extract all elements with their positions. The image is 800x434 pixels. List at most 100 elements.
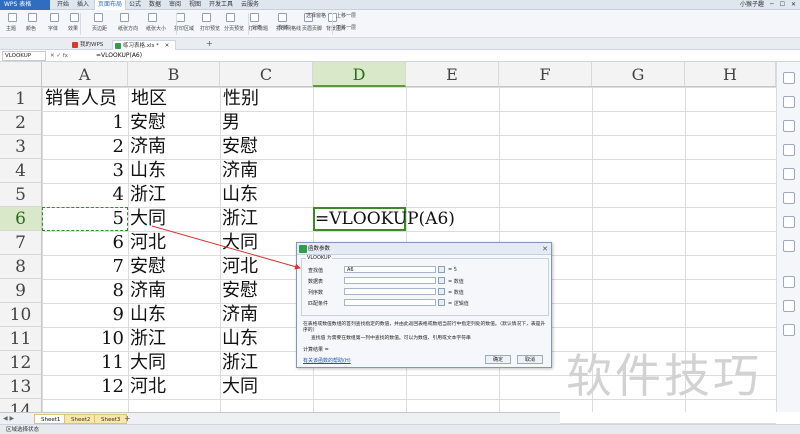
menu-tab[interactable]: 插入 (74, 0, 92, 10)
select-all-corner[interactable] (0, 62, 42, 87)
column-header[interactable]: F (499, 62, 592, 87)
sidebar-tool-icon[interactable] (783, 324, 795, 336)
name-box[interactable]: VLOOKUP (2, 51, 46, 61)
data-cell[interactable]: 9 (42, 303, 124, 327)
argument-input[interactable] (344, 277, 436, 284)
row-header[interactable]: 2 (0, 111, 42, 135)
ribbon-icon[interactable] (176, 13, 185, 22)
data-cell[interactable]: 大同 (130, 351, 218, 375)
ribbon-label[interactable]: 颜色 (26, 25, 36, 32)
data-cell[interactable]: 2 (42, 135, 124, 159)
ribbon-label[interactable]: 纸张大小 (146, 25, 166, 32)
data-cell[interactable]: 安慰 (222, 135, 311, 159)
maximize-icon[interactable]: ☐ (780, 0, 785, 10)
formula-buttons[interactable]: ✕ ✓ fx (50, 51, 68, 61)
ok-button[interactable]: 确定 (485, 355, 511, 364)
row-header[interactable]: 9 (0, 279, 42, 303)
menu-tab[interactable]: 开始 (54, 0, 72, 10)
new-tab-icon[interactable]: + (206, 39, 213, 49)
argument-input[interactable]: A6 (344, 266, 436, 273)
minimize-icon[interactable]: ─ (770, 0, 774, 10)
collapse-dialog-icon[interactable] (438, 266, 445, 273)
data-cell[interactable]: 8 (42, 279, 124, 303)
cancel-button[interactable]: 取消 (517, 355, 543, 364)
ribbon-label[interactable]: 效果 (68, 25, 78, 32)
data-cell[interactable]: 12 (42, 375, 124, 399)
sheet-nav-icon[interactable]: ◀ ▶ (3, 414, 14, 424)
row-header[interactable]: 8 (0, 255, 42, 279)
data-cell[interactable]: 河北 (130, 375, 218, 399)
data-cell[interactable]: 安慰 (130, 111, 218, 135)
header-cell[interactable]: 地区 (131, 87, 219, 111)
ribbon-label[interactable]: 选择窗格 (306, 12, 326, 19)
ribbon-icon[interactable] (94, 13, 103, 22)
row-header[interactable]: 1 (0, 87, 42, 111)
data-cell[interactable]: 11 (42, 351, 124, 375)
close-icon[interactable]: ✕ (791, 0, 796, 10)
data-cell[interactable]: 6 (42, 231, 124, 255)
ribbon-label[interactable]: 旋转 (278, 24, 288, 31)
data-cell[interactable]: 济南 (130, 135, 218, 159)
column-header[interactable]: A (42, 62, 128, 87)
menu-tab[interactable]: 视图 (186, 0, 204, 10)
column-header[interactable]: G (592, 62, 685, 87)
ribbon-icon[interactable] (148, 13, 157, 22)
row-header[interactable]: 5 (0, 183, 42, 207)
sheet-tab[interactable]: Sheet3 (94, 414, 128, 424)
ribbon-icon[interactable] (28, 13, 37, 22)
data-cell[interactable]: 安慰 (130, 255, 218, 279)
ribbon-label[interactable]: 分页预览 (224, 25, 244, 32)
ribbon-label[interactable]: 主题 (6, 25, 16, 32)
data-cell[interactable]: 山东 (130, 159, 218, 183)
sidebar-tool-icon[interactable] (783, 96, 795, 108)
ribbon-label[interactable]: 打印区域 (174, 25, 194, 32)
row-header[interactable]: 11 (0, 327, 42, 351)
data-cell[interactable]: 浙江 (222, 207, 311, 231)
ribbon-icon[interactable] (70, 13, 79, 22)
sidebar-tool-icon[interactable] (783, 192, 795, 204)
ribbon-icon[interactable] (250, 13, 259, 22)
close-tab-icon[interactable]: ✕ (165, 43, 170, 49)
data-cell[interactable]: 山东 (130, 303, 218, 327)
tab-my-wps[interactable]: 我的WPS (70, 40, 109, 50)
argument-input[interactable] (344, 299, 436, 306)
close-icon[interactable]: ✕ (542, 243, 548, 255)
sheet-tab[interactable]: Sheet1 (34, 414, 68, 424)
ribbon-icon[interactable] (50, 13, 59, 22)
ribbon-label[interactable]: 字体 (48, 25, 58, 32)
sidebar-tool-icon[interactable] (783, 168, 795, 180)
row-header[interactable]: 3 (0, 135, 42, 159)
row-header[interactable]: 10 (0, 303, 42, 327)
formula-in-cell[interactable]: =VLOOKUP(A6) (315, 207, 455, 231)
ribbon-label[interactable]: 打印预览 (200, 25, 220, 32)
header-cell[interactable]: 性别 (223, 87, 312, 111)
data-cell[interactable]: 大同 (130, 207, 218, 231)
column-header[interactable]: B (128, 62, 220, 87)
sheet-tab[interactable]: Sheet2 (64, 414, 98, 424)
sidebar-tool-icon[interactable] (783, 300, 795, 312)
column-header[interactable]: H (685, 62, 776, 87)
ribbon-icon[interactable] (120, 13, 129, 22)
row-header[interactable]: 13 (0, 375, 42, 399)
menu-tab[interactable]: 审阅 (166, 0, 184, 10)
sidebar-tool-icon[interactable] (783, 216, 795, 228)
collapse-dialog-icon[interactable] (438, 277, 445, 284)
column-header[interactable]: D (313, 62, 406, 87)
menu-tab[interactable]: 云服务 (238, 0, 262, 10)
collapse-dialog-icon[interactable] (438, 288, 445, 295)
data-cell[interactable]: 浙江 (130, 183, 218, 207)
data-cell[interactable]: 7 (42, 255, 124, 279)
row-header[interactable]: 6 (0, 207, 42, 231)
sidebar-tool-icon[interactable] (783, 120, 795, 132)
data-cell[interactable]: 男 (222, 111, 311, 135)
row-header[interactable]: 7 (0, 231, 42, 255)
row-header[interactable]: 12 (0, 351, 42, 375)
ribbon-label[interactable]: 页边距 (92, 25, 107, 32)
app-menu-button[interactable]: WPS 表格 (0, 0, 50, 10)
ribbon-icon[interactable] (226, 13, 235, 22)
ribbon-label[interactable]: 对齐 (252, 24, 262, 31)
tab-workbook[interactable]: 练习表格.xls * ✕ (112, 40, 177, 50)
row-header[interactable]: 4 (0, 159, 42, 183)
ribbon-icon[interactable] (8, 13, 17, 22)
data-cell[interactable]: 3 (42, 159, 124, 183)
